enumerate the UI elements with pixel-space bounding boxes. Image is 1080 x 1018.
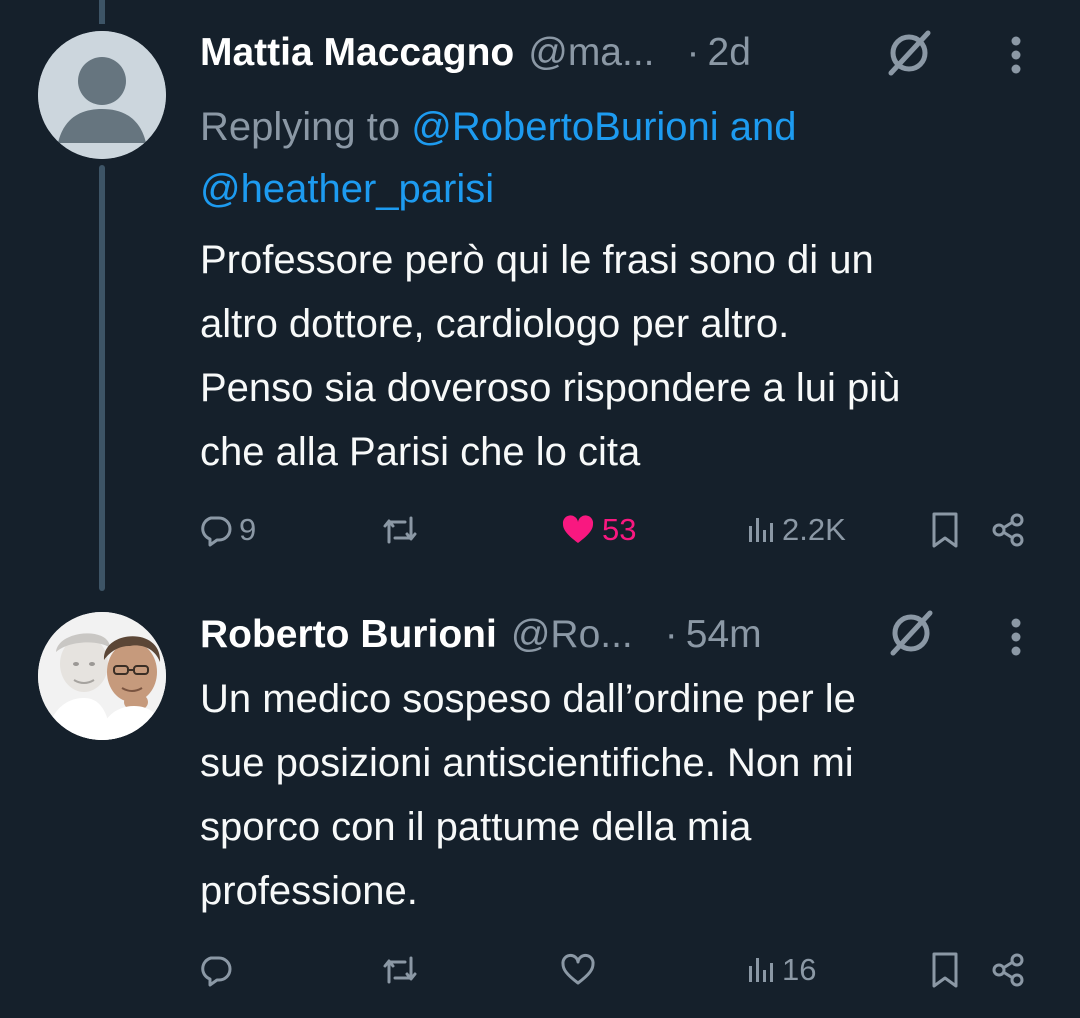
views-button[interactable]: 16 (746, 948, 816, 992)
mention-link[interactable]: @RobertoBurioni (411, 105, 718, 149)
share-icon (992, 953, 1024, 987)
reply-button[interactable]: 9 (197, 508, 256, 552)
tweet-text: Professore però qui le frasi sono di un … (200, 228, 1060, 484)
views-icon (749, 958, 773, 982)
author-handle[interactable]: @ma... (528, 31, 654, 75)
timestamp[interactable]: 2d (708, 31, 751, 75)
bookmark-button[interactable] (930, 508, 960, 552)
avatar[interactable] (38, 31, 166, 159)
tweet-text-line: Professore però qui le frasi sono di un (200, 238, 874, 282)
slashed-circle-icon (888, 30, 931, 76)
retweet-button[interactable] (380, 948, 426, 992)
author-name[interactable]: Mattia Maccagno (200, 31, 514, 75)
mention-and[interactable]: and (730, 105, 797, 149)
views-count: 2.2K (782, 512, 846, 547)
like-button[interactable]: 53 (560, 508, 636, 552)
replying-to-label: Replying to (200, 105, 401, 149)
separator-dot: · (664, 613, 678, 656)
mention-link[interactable]: @heather_parisi (200, 167, 494, 211)
retweet-button[interactable] (380, 508, 426, 552)
share-icon (992, 513, 1024, 547)
views-button[interactable]: 2.2K (746, 508, 846, 552)
bookmark-icon (932, 512, 958, 548)
tweet-text-line: Un medico sospeso dall’ordine per le (200, 677, 856, 721)
retweet-icon (383, 516, 417, 544)
more-icon[interactable] (1006, 30, 1026, 80)
heart-icon (562, 515, 594, 543)
bookmark-button[interactable] (930, 948, 960, 992)
tweet-text: Un medico sospeso dall’ordine per le sue… (200, 667, 1060, 923)
retweet-icon (383, 956, 417, 984)
tweet-text-line: sporco con il pattume della mia (200, 805, 752, 849)
share-button[interactable] (990, 948, 1026, 992)
thread-connector-top (99, 0, 105, 24)
author-name[interactable]: Roberto Burioni (200, 613, 497, 657)
avatar[interactable] (38, 612, 166, 740)
like-count: 53 (602, 512, 637, 547)
default-avatar-icon (38, 31, 166, 159)
timestamp[interactable]: 54m (686, 613, 762, 657)
tweet-text-line: che alla Parisi che lo cita (200, 430, 641, 474)
profile-photo (38, 612, 166, 740)
thread-connector (99, 165, 105, 591)
tweet-header: Mattia Maccagno @ma... · 2d (200, 28, 751, 78)
reply-button[interactable] (197, 948, 239, 992)
tweet-text-line: Penso sia doveroso rispondere a lui più (200, 366, 901, 410)
like-button[interactable] (560, 948, 602, 992)
reply-icon (201, 516, 232, 547)
replying-to: Replying to @RobertoBurioni and @heather… (200, 96, 1060, 220)
views-count: 16 (782, 952, 817, 987)
author-handle[interactable]: @Ro... (511, 613, 633, 657)
slashed-circle-icon (890, 610, 933, 656)
views-icon (749, 518, 773, 542)
reply-icon (201, 956, 232, 987)
share-button[interactable] (990, 508, 1026, 552)
more-icon[interactable] (1006, 612, 1026, 662)
tweet-text-line: sue posizioni antiscientifiche. Non mi (200, 741, 854, 785)
heart-icon (561, 953, 595, 985)
tweet-text-line: altro dottore, cardiologo per altro. (200, 302, 790, 346)
tweet-thread: Mattia Maccagno @ma... · 2d Replying to … (0, 0, 1080, 1018)
reply-count: 9 (239, 512, 257, 547)
separator-dot: · (686, 31, 700, 74)
tweet-text-line: professione. (200, 869, 418, 913)
bookmark-icon (932, 952, 958, 988)
tweet-header: Roberto Burioni @Ro... · 54m (200, 610, 762, 660)
